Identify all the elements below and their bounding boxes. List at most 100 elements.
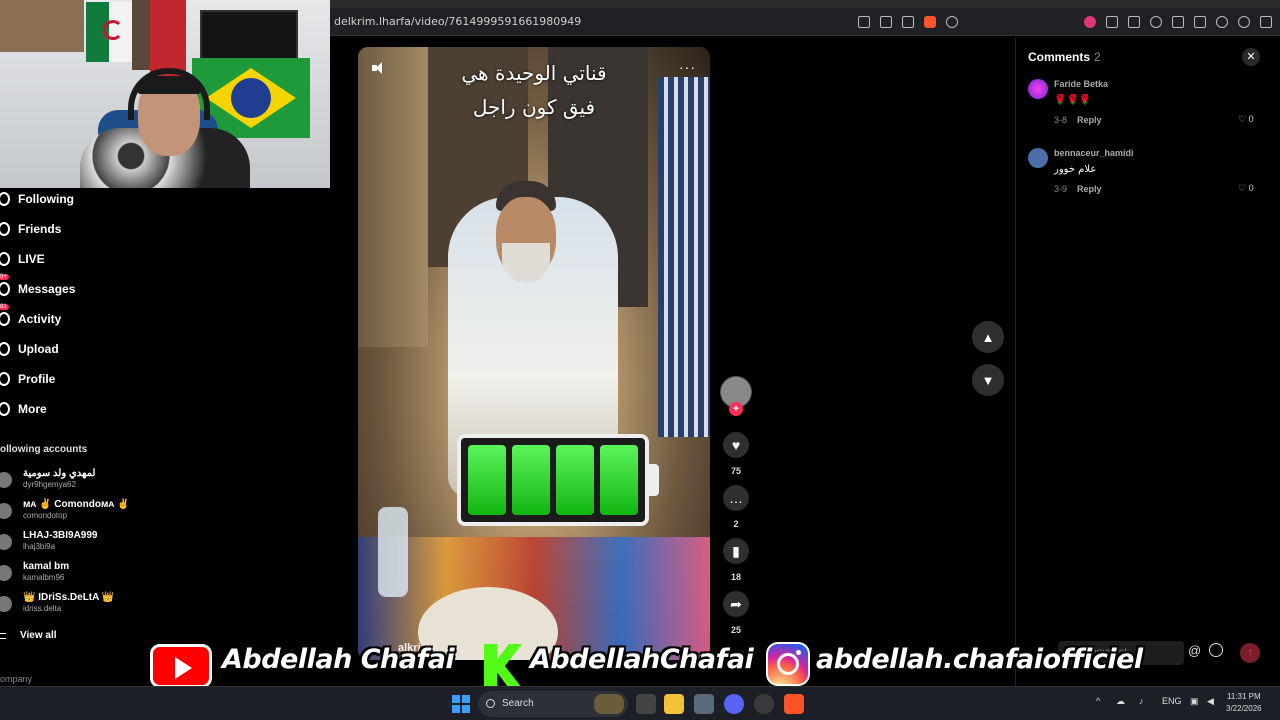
comment-date: 3-8 bbox=[1054, 115, 1068, 125]
share-icon[interactable] bbox=[902, 16, 914, 28]
tray-overflow-icon[interactable]: ^ bbox=[1096, 696, 1100, 706]
follow-button[interactable]: + bbox=[729, 402, 743, 416]
youtube-icon bbox=[150, 644, 212, 688]
avatar bbox=[0, 534, 12, 550]
video-player[interactable]: قناتي الوحيدة هي فيق كون راجل ··· alkrim bbox=[358, 47, 710, 660]
sidebar-icon[interactable] bbox=[1172, 16, 1184, 28]
video-more-button[interactable]: ··· bbox=[679, 59, 696, 75]
battery-cell bbox=[556, 445, 594, 515]
account-name: ᴍᴀ ✌ Comondoᴍᴀ ✌ bbox=[23, 499, 130, 510]
microphone-icon[interactable]: ♪ bbox=[1139, 696, 1144, 706]
taskbar: Search ^ ☁ ♪ ENG ▣ ◀ 11:31 PM 3/22/2026 bbox=[0, 686, 1280, 720]
cast-icon[interactable] bbox=[880, 16, 892, 28]
widget-icon[interactable] bbox=[594, 694, 624, 714]
comment-like-button[interactable]: ♡ 0 bbox=[1238, 114, 1254, 125]
network-icon[interactable]: ▣ bbox=[1190, 696, 1199, 707]
vpn-icon[interactable] bbox=[1238, 16, 1250, 28]
avatar[interactable] bbox=[1028, 79, 1048, 99]
like-button[interactable]: ♥ bbox=[723, 432, 749, 458]
clock-date: 3/22/2026 bbox=[1226, 704, 1262, 713]
sidebar-item-more[interactable]: More bbox=[0, 398, 47, 420]
sidebar-item-label: Upload bbox=[18, 342, 59, 356]
sidebar-item-label: Messages bbox=[18, 282, 76, 296]
camera-icon[interactable] bbox=[694, 694, 714, 714]
sidebar-item-label: Profile bbox=[18, 372, 56, 386]
menu-icon[interactable] bbox=[1260, 16, 1272, 28]
avatar bbox=[0, 565, 12, 581]
next-video-button[interactable]: ▼ bbox=[972, 364, 1004, 396]
rewards-icon[interactable] bbox=[946, 16, 958, 28]
reader-icon[interactable] bbox=[858, 16, 870, 28]
music-icon[interactable] bbox=[1150, 16, 1162, 28]
file-explorer-icon[interactable] bbox=[664, 694, 684, 714]
battery-icon bbox=[457, 434, 659, 526]
comment-like-count: 0 bbox=[1248, 114, 1254, 124]
chrome-icon[interactable] bbox=[754, 694, 774, 714]
webcam-overlay bbox=[0, 0, 330, 188]
account-name: LHAJ-3BI9A999 bbox=[23, 530, 98, 541]
account-name: kamal bm bbox=[23, 561, 70, 572]
wallet-icon[interactable] bbox=[1194, 16, 1206, 28]
language-indicator[interactable]: ENG bbox=[1162, 696, 1182, 706]
reply-button[interactable]: Reply bbox=[1077, 184, 1102, 194]
following-accounts-title: ollowing accounts bbox=[0, 444, 88, 455]
comment-button[interactable]: … bbox=[723, 485, 749, 511]
reply-button[interactable]: Reply bbox=[1077, 115, 1102, 125]
brave-icon[interactable] bbox=[784, 694, 804, 714]
avatar[interactable] bbox=[1028, 148, 1048, 168]
profile-icon bbox=[0, 372, 10, 386]
discord-icon[interactable] bbox=[724, 694, 744, 714]
cloud-icon[interactable]: ☁ bbox=[1116, 696, 1125, 707]
comment-like-button[interactable]: ♡ 0 bbox=[1238, 183, 1254, 194]
sidebar-item-activity[interactable]: 81 Activity bbox=[0, 304, 61, 330]
chevron-up-icon: ▲ bbox=[981, 329, 995, 345]
brave-shield-icon[interactable] bbox=[924, 16, 936, 28]
youtube-handle: Abdellah Chafai bbox=[222, 644, 455, 675]
sidebar-item-upload[interactable]: Upload bbox=[0, 338, 59, 360]
heart-outline-icon: ♡ bbox=[1238, 183, 1247, 193]
account-handle: idriss.delta bbox=[23, 604, 62, 613]
share-arrow-icon: ➦ bbox=[730, 595, 742, 612]
sidebar-item-messages[interactable]: 9+ Messages bbox=[0, 274, 76, 300]
activity-icon bbox=[0, 312, 10, 326]
sidebar: Following Friends LIVE 9+ Messages 81 Ac… bbox=[0, 188, 129, 688]
like-count: 75 bbox=[730, 466, 741, 476]
upload-icon bbox=[0, 342, 10, 356]
tab-strip[interactable] bbox=[330, 0, 1280, 8]
avatar bbox=[0, 503, 12, 519]
save-button[interactable]: ▮ bbox=[723, 538, 749, 564]
chevron-down-icon: ▼ bbox=[981, 372, 995, 388]
comment-like-count: 0 bbox=[1248, 183, 1254, 193]
comment-username[interactable]: Faride Betka bbox=[1054, 79, 1108, 89]
volume-icon[interactable] bbox=[372, 61, 386, 75]
url-text[interactable]: delkrim.lharfa/video/7614999591661980949 bbox=[334, 15, 581, 28]
browser-extension-icons bbox=[1084, 12, 1272, 32]
friends-icon bbox=[0, 222, 10, 236]
sidebar-item-following[interactable]: Following bbox=[0, 188, 74, 210]
comment-username[interactable]: bennaceur_hamidi bbox=[1054, 148, 1134, 158]
messages-icon bbox=[0, 282, 10, 296]
system-clock[interactable]: 11:31 PM 3/22/2026 bbox=[1226, 691, 1262, 715]
comments-title: Comments 2 bbox=[1028, 50, 1101, 64]
share-button[interactable]: ➦ bbox=[723, 591, 749, 617]
comments-count: 2 bbox=[1094, 50, 1101, 64]
more-icon bbox=[0, 402, 10, 416]
battery-cell bbox=[600, 445, 638, 515]
windows-start-icon[interactable] bbox=[452, 695, 470, 713]
sidebar-item-profile[interactable]: Profile bbox=[0, 368, 55, 390]
extension-icon[interactable] bbox=[1084, 16, 1096, 28]
messages-badge: 9+ bbox=[0, 274, 9, 280]
task-view-icon[interactable] bbox=[636, 694, 656, 714]
sidebar-item-friends[interactable]: Friends bbox=[0, 218, 61, 240]
puzzle-icon[interactable] bbox=[1106, 16, 1118, 28]
comment-text: علام خوور bbox=[1054, 164, 1097, 175]
sidebar-item-live[interactable]: LIVE bbox=[0, 248, 45, 270]
bookmark-icon: ▮ bbox=[732, 542, 740, 559]
leo-icon[interactable] bbox=[1216, 16, 1228, 28]
window-icon[interactable] bbox=[1128, 16, 1140, 28]
volume-tray-icon[interactable]: ◀ bbox=[1207, 696, 1214, 707]
close-comments-button[interactable]: ✕ bbox=[1242, 48, 1260, 66]
previous-video-button[interactable]: ▲ bbox=[972, 321, 1004, 353]
instagram-icon bbox=[766, 642, 810, 686]
avatar bbox=[0, 596, 12, 612]
